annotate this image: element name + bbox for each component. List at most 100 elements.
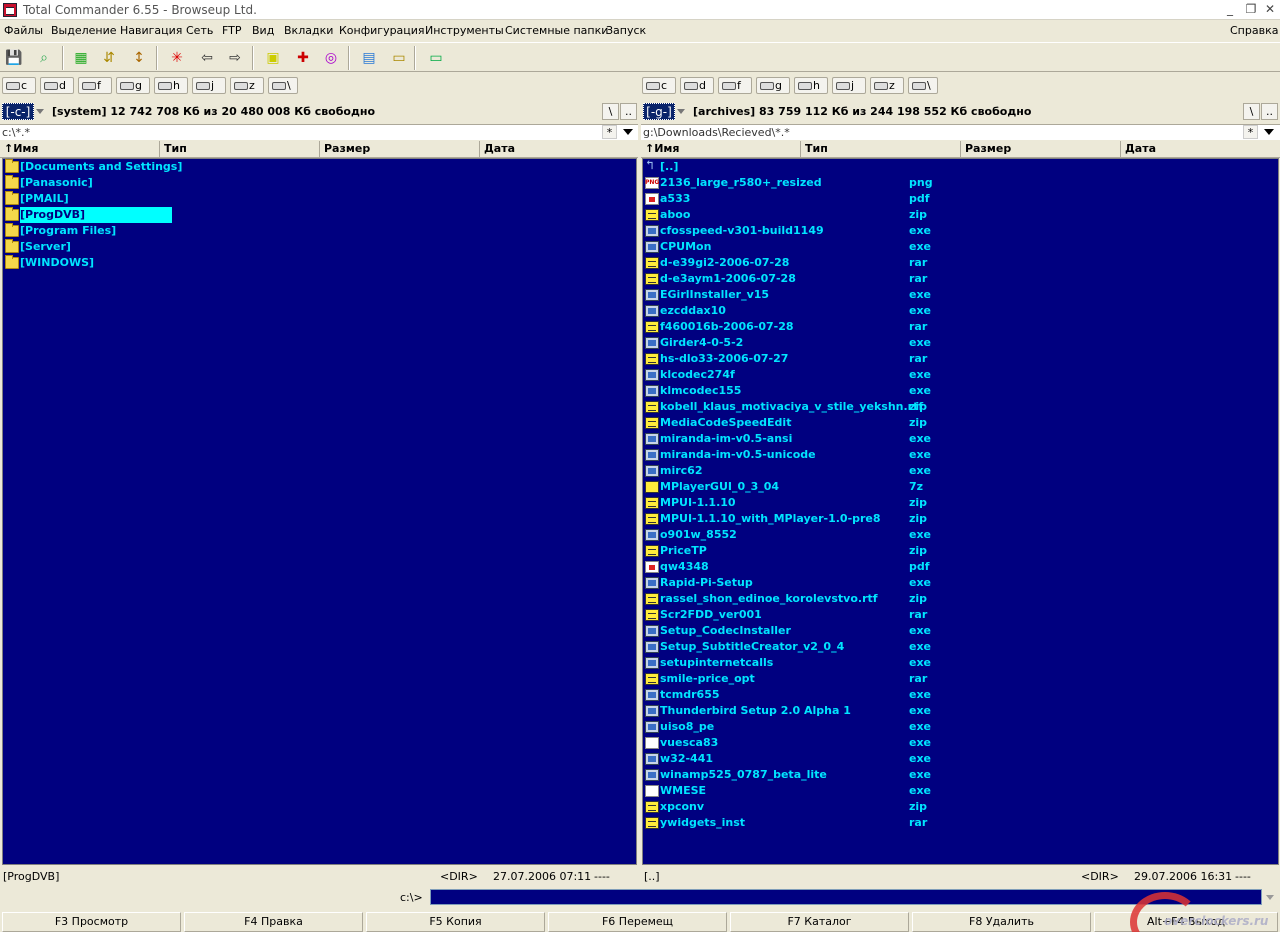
file-row[interactable]: aboo zip [643, 207, 1278, 223]
file-row[interactable]: uiso8_pe exe [643, 719, 1278, 735]
file-row[interactable]: Girder4-0-5-2 exe [643, 335, 1278, 351]
brief-view-button[interactable]: ▦ [70, 47, 92, 69]
file-row[interactable]: WMESE exe [643, 783, 1278, 799]
menu-tabs[interactable]: Вкладки [284, 24, 333, 37]
file-row[interactable]: winamp525_0787_beta_lite exe [643, 767, 1278, 783]
drive-button-c[interactable]: c [642, 77, 676, 94]
drive-button-z[interactable]: z [870, 77, 904, 94]
file-row[interactable]: xpconv zip [643, 799, 1278, 815]
file-row[interactable]: kobell_klaus_motivaciya_v_stile_yekshn.r… [643, 399, 1278, 415]
drive-button-d[interactable]: d [680, 77, 714, 94]
menu-tools[interactable]: Инструменты [425, 24, 504, 37]
file-row[interactable]: Setup_SubtitleCreator_v2_0_4 exe [643, 639, 1278, 655]
left-filter-button[interactable]: * [602, 125, 617, 139]
menu-configuration[interactable]: Конфигурация [339, 24, 425, 37]
menu-selection[interactable]: Выделение [51, 24, 117, 37]
file-row[interactable]: [..] [643, 159, 1278, 175]
drive-button-c[interactable]: c [2, 77, 36, 94]
file-row[interactable]: [ProgDVB] [3, 207, 636, 223]
file-row[interactable]: MPlayerGUI_0_3_04 7z [643, 479, 1278, 495]
file-row[interactable]: [Program Files] [3, 223, 636, 239]
file-row[interactable]: rassel_shon_edinoe_korolevstvo.rtf zip [643, 591, 1278, 607]
file-row[interactable]: ezcddax10 exe [643, 303, 1278, 319]
f6-move-button[interactable]: F6 Перемещ [548, 912, 727, 932]
ftp-button[interactable]: ✚ [292, 47, 314, 69]
file-row[interactable]: hs-dlo33-2006-07-27 rar [643, 351, 1278, 367]
right-file-list[interactable]: [..] 2136_large_r580+_resized png a533 pdf ab… [642, 158, 1279, 865]
drive-button-f[interactable]: f [78, 77, 112, 94]
menu-ftp[interactable]: FTP [222, 24, 242, 37]
chevron-down-icon[interactable] [1264, 129, 1274, 135]
col-date[interactable]: Дата [1121, 141, 1280, 157]
menu-navigation[interactable]: Навигация [120, 24, 182, 37]
file-row[interactable]: Thunderbird Setup 2.0 Alpha 1 exe [643, 703, 1278, 719]
window-button[interactable]: ▭ [425, 47, 447, 69]
menu-help[interactable]: Справка [1230, 24, 1278, 37]
file-row[interactable]: EGirlInstaller_v15 exe [643, 287, 1278, 303]
sort-button[interactable]: ↕ [128, 47, 150, 69]
file-row[interactable]: f460016b-2006-07-28 rar [643, 319, 1278, 335]
file-row[interactable]: qw4348 pdf [643, 559, 1278, 575]
file-row[interactable]: Scr2FDD_ver001 rar [643, 607, 1278, 623]
right-filter-button[interactable]: * [1243, 125, 1258, 139]
back-button[interactable]: ⇦ [196, 47, 218, 69]
col-date[interactable]: Дата [480, 141, 638, 157]
file-row[interactable]: [Panasonic] [3, 175, 636, 191]
col-size[interactable]: Размер [320, 141, 480, 157]
col-type[interactable]: Тип [801, 141, 961, 157]
tree-view-button[interactable]: ⇵ [98, 47, 120, 69]
file-row[interactable]: Setup_CodecInstaller exe [643, 623, 1278, 639]
file-row[interactable]: 2136_large_r580+_resized png [643, 175, 1278, 191]
folder-view-button[interactable]: ▭ [388, 47, 410, 69]
drive-button-g[interactable]: g [116, 77, 150, 94]
select-button[interactable]: ✳ [166, 47, 188, 69]
file-row[interactable]: miranda-im-v0.5-ansi exe [643, 431, 1278, 447]
file-row[interactable]: MediaCodeSpeedEdit zip [643, 415, 1278, 431]
drive-button-j[interactable]: j [192, 77, 226, 94]
f7-mkdir-button[interactable]: F7 Каталог [730, 912, 909, 932]
pack-button[interactable]: ▣ [262, 47, 284, 69]
menu-view[interactable]: Вид [252, 24, 274, 37]
refresh-button[interactable]: 💾 [3, 47, 25, 69]
file-row[interactable]: mirc62 exe [643, 463, 1278, 479]
file-row[interactable]: d-e39gi2-2006-07-28 rar [643, 255, 1278, 271]
app-icon[interactable] [3, 3, 17, 17]
f5-copy-button[interactable]: F5 Копия [366, 912, 545, 932]
left-file-list[interactable]: [Documents and Settings] [Panasonic] [PMAI… [2, 158, 637, 865]
col-size[interactable]: Размер [961, 141, 1121, 157]
file-row[interactable]: MPUI-1.1.10_with_MPlayer-1.0-pre8 zip [643, 511, 1278, 527]
file-row[interactable]: a533 pdf [643, 191, 1278, 207]
file-row[interactable]: [PMAIL] [3, 191, 636, 207]
col-name[interactable]: ↑Имя [0, 141, 160, 157]
right-root-button[interactable]: \ [1243, 103, 1260, 120]
file-row[interactable]: PriceTP zip [643, 543, 1278, 559]
file-row[interactable]: klmcodec155 exe [643, 383, 1278, 399]
file-row[interactable]: klcodec274f exe [643, 367, 1278, 383]
drive-button-network[interactable]: \ [908, 77, 938, 94]
drive-button-h[interactable]: h [794, 77, 828, 94]
right-path-line[interactable]: g:\Downloads\Recieved\*.* * [641, 124, 1280, 140]
drive-button-g[interactable]: g [756, 77, 790, 94]
left-up-button[interactable]: .. [620, 103, 637, 120]
right-drive-selector[interactable]: [-g-] [643, 103, 689, 120]
file-row[interactable]: smile-price_opt rar [643, 671, 1278, 687]
left-path-line[interactable]: c:\*.* * [0, 124, 638, 140]
file-row[interactable]: CPUMon exe [643, 239, 1278, 255]
file-row[interactable]: setupinternetcalls exe [643, 655, 1278, 671]
right-up-button[interactable]: .. [1261, 103, 1278, 120]
minimize-button[interactable]: _ [1222, 2, 1238, 16]
menu-network[interactable]: Сеть [186, 24, 213, 37]
f8-delete-button[interactable]: F8 Удалить [912, 912, 1091, 932]
col-type[interactable]: Тип [160, 141, 320, 157]
file-row[interactable]: ywidgets_inst rar [643, 815, 1278, 831]
file-row[interactable]: tcmdr655 exe [643, 687, 1278, 703]
left-drive-selector[interactable]: [-c-] [2, 103, 48, 120]
file-row[interactable]: d-e3aym1-2006-07-28 rar [643, 271, 1278, 287]
menu-files[interactable]: Файлы [4, 24, 43, 37]
drive-button-d[interactable]: d [40, 77, 74, 94]
menu-launch[interactable]: Запуск [606, 24, 646, 37]
drive-button-f[interactable]: f [718, 77, 752, 94]
file-row[interactable]: o901w_8552 exe [643, 527, 1278, 543]
drive-button-network[interactable]: \ [268, 77, 298, 94]
file-row[interactable]: [Server] [3, 239, 636, 255]
